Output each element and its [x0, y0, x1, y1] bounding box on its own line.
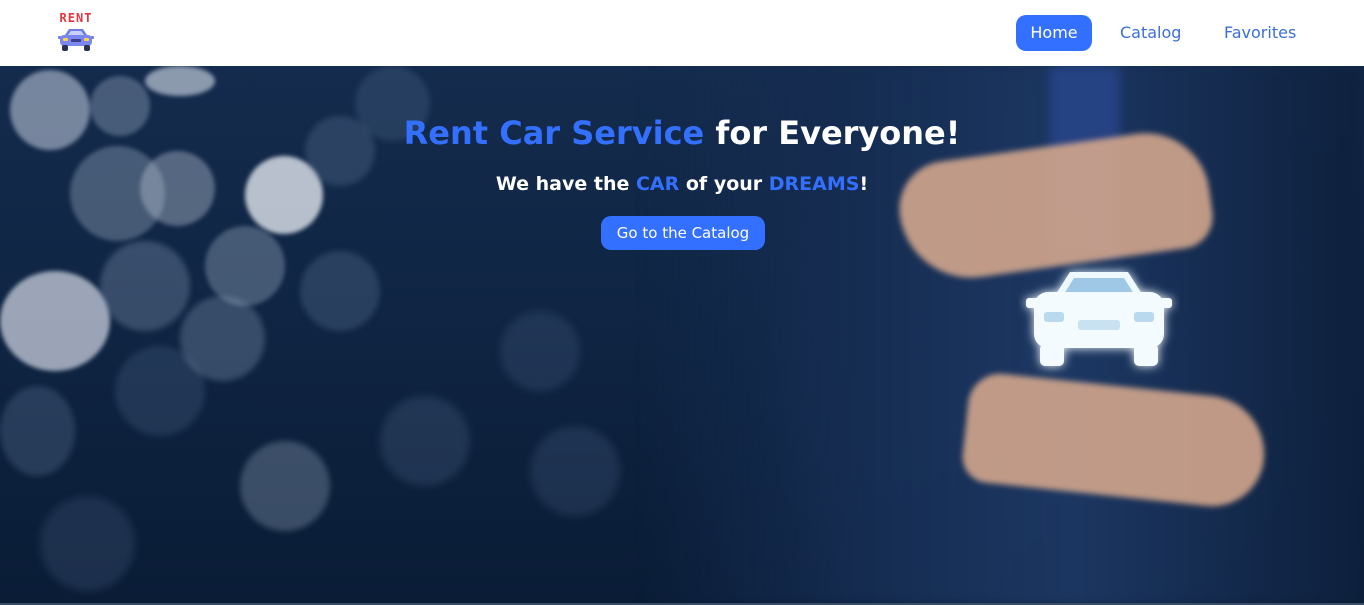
hero-subtitle-accent-car: CAR	[635, 173, 680, 195]
hero-subtitle-accent-dreams: DREAMS	[768, 173, 860, 195]
hero-title-rest: for Everyone!	[704, 114, 961, 152]
hero-subtitle-part1: We have the	[495, 173, 636, 195]
hero-banner: Rent Car Service for Everyone! We have t…	[0, 66, 1364, 605]
nav-catalog-link[interactable]: Catalog	[1120, 15, 1181, 51]
glowing-car-icon	[1026, 272, 1172, 366]
nav-home-link[interactable]: Home	[1016, 15, 1092, 51]
hero-subtitle: We have the CAR of your DREAMS!	[0, 173, 1364, 195]
hero-subtitle-part2: of your	[679, 173, 769, 195]
hero-title: Rent Car Service for Everyone!	[0, 114, 1364, 152]
logo[interactable]: RENT	[57, 12, 95, 54]
hero-subtitle-part3: !	[859, 173, 869, 195]
nav-favorites-link[interactable]: Favorites	[1224, 15, 1296, 51]
go-to-catalog-button[interactable]: Go to the Catalog	[601, 216, 765, 250]
car-icon	[58, 29, 94, 51]
logo-text: RENT	[59, 11, 93, 25]
hero-title-accent: Rent Car Service	[403, 114, 705, 152]
site-header: RENT Home Catalog Favorites	[0, 0, 1364, 66]
